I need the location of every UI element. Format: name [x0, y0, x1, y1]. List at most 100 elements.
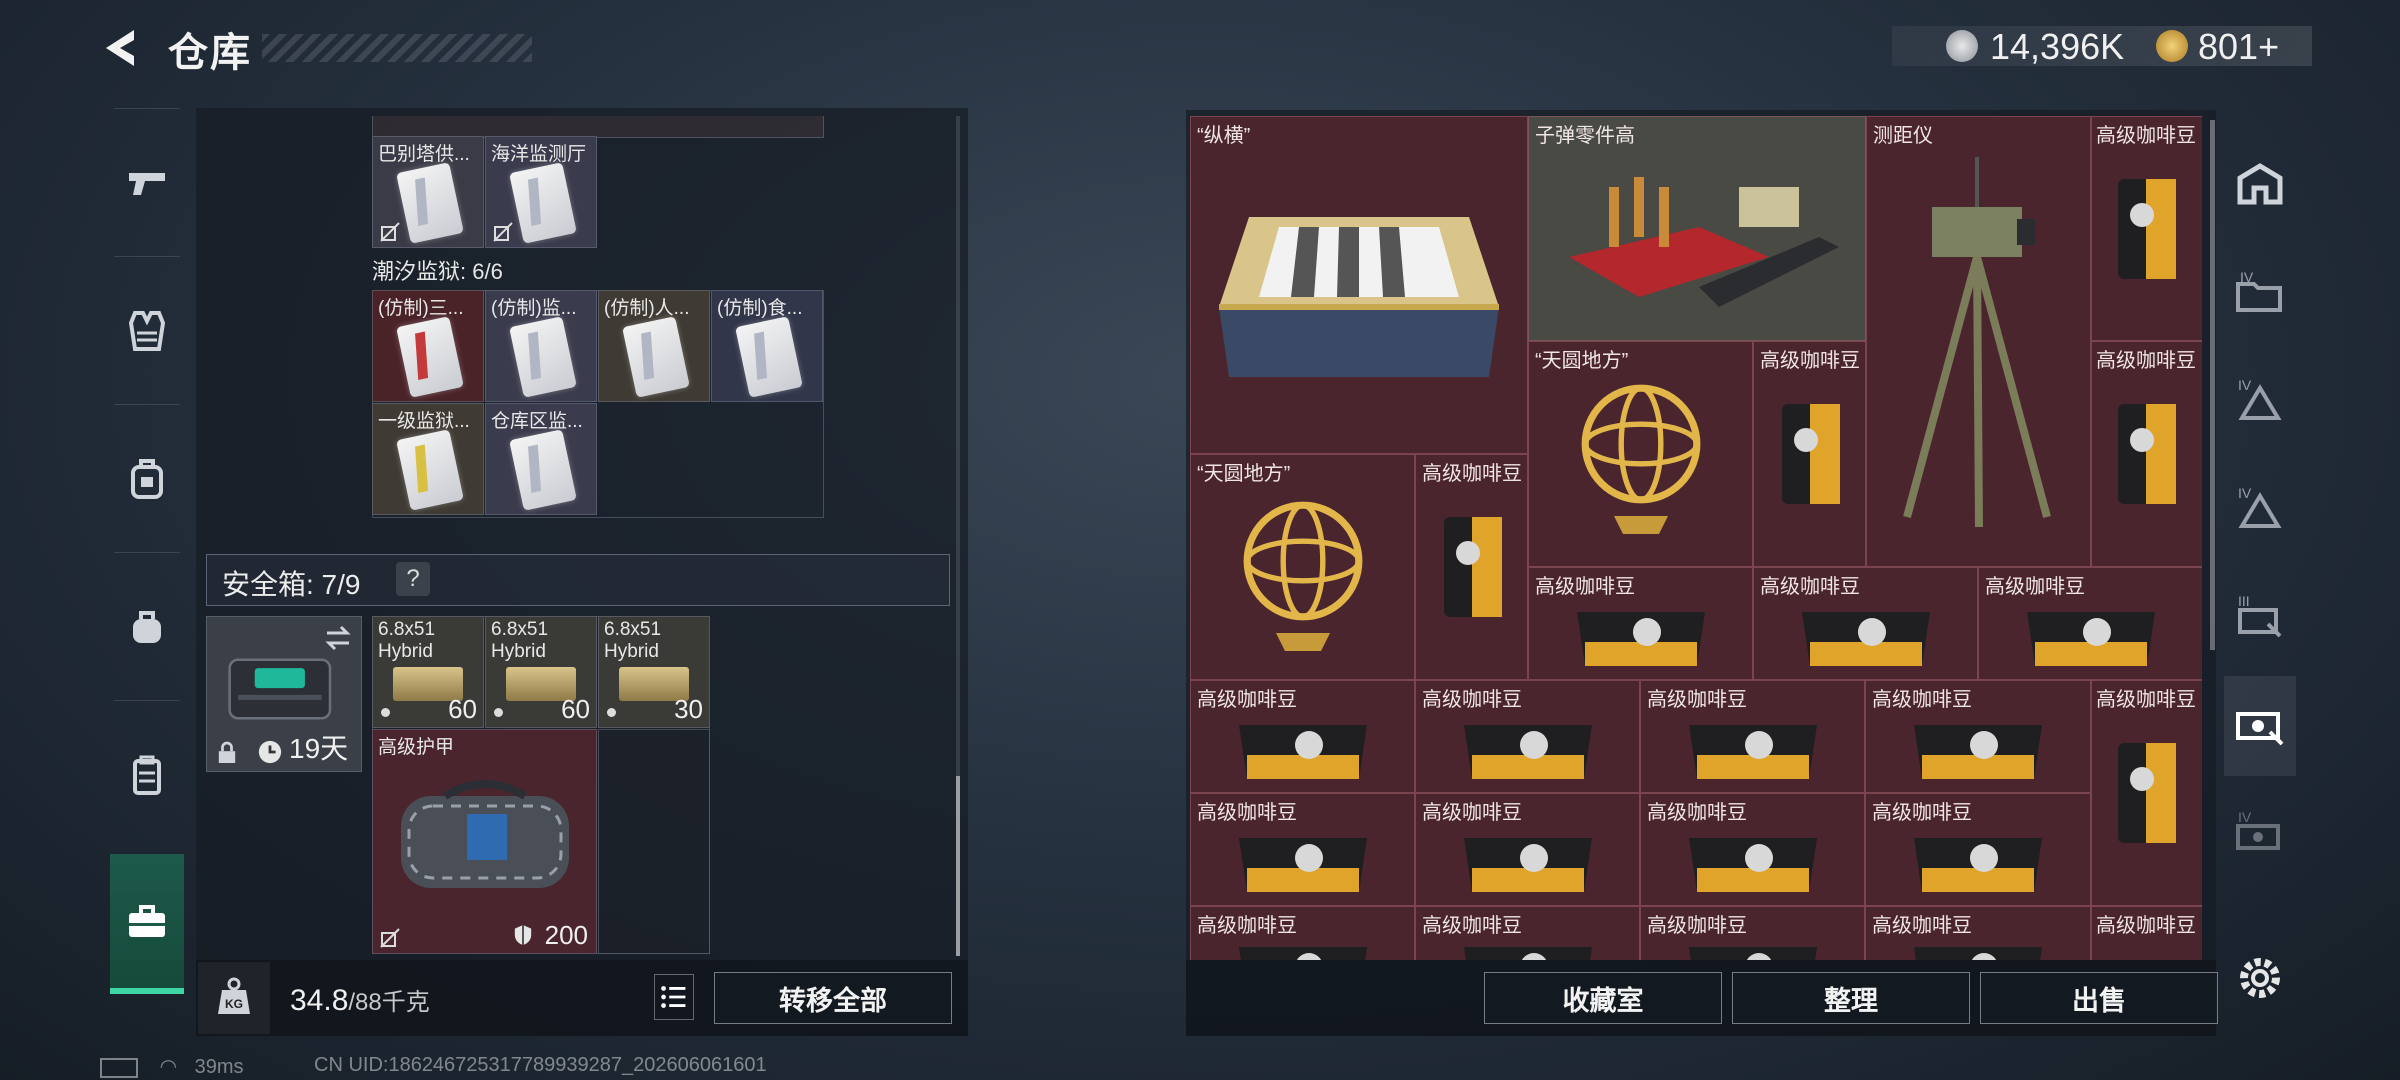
coffee-bag-icon [2118, 743, 2176, 843]
pistol-icon [129, 173, 165, 195]
sell-button[interactable]: 出售 [1980, 972, 2218, 1024]
nav-weapons[interactable] [100, 110, 194, 256]
nav-bag[interactable] [100, 554, 194, 700]
stash-tab-2[interactable]: IV [2224, 244, 2296, 344]
toolbox-icon [129, 905, 165, 937]
tools-icon: III [2238, 593, 2282, 638]
item-coffee[interactable]: 高级咖啡豆 [1415, 680, 1640, 793]
silver-amount: 14,396K [1990, 26, 2125, 67]
safebox-case[interactable]: 19天 [206, 616, 362, 772]
item-coffee[interactable]: 高级咖啡豆 [1415, 906, 1640, 960]
coffee-pack-icon [2027, 612, 2155, 666]
back-button[interactable] [100, 26, 144, 70]
swap-icon[interactable] [323, 623, 353, 653]
no-trade-icon [493, 222, 513, 242]
safebox-icon [228, 658, 332, 720]
gold-coin-icon [2156, 30, 2188, 62]
coffee-pack-icon [1689, 947, 1817, 960]
coffee-pack-icon [1577, 612, 1705, 666]
list-item[interactable]: 海洋监测厅 [485, 136, 597, 248]
list-item[interactable]: (仿制)食... [711, 290, 823, 402]
item-coffee[interactable]: 高级咖啡豆 [2091, 341, 2202, 567]
keycard-icon [509, 429, 577, 511]
gold-amount[interactable]: 801+ [2198, 26, 2279, 68]
item-armillary[interactable]: “天圆地方” [1528, 341, 1753, 567]
ammo-item[interactable]: 6.8x51 Hybrid 60 [485, 616, 597, 728]
weight-readout: 34.8/88千克 [290, 984, 430, 1017]
armor-item[interactable]: 高级护甲 200 [372, 729, 597, 954]
item-armillary[interactable]: “天圆地方” [1190, 454, 1415, 680]
item-coffee[interactable]: 高级咖啡豆 [1753, 341, 1866, 567]
nav-safebox-active[interactable] [110, 854, 184, 994]
coffee-bag-icon [1782, 404, 1840, 504]
coffee-pack-icon [1914, 947, 2042, 960]
item-coffee[interactable]: 高级咖啡豆 [1640, 680, 1865, 793]
folder-icon: IV [2236, 269, 2282, 312]
backpack-icon [131, 459, 163, 499]
keycard-icon [509, 162, 577, 244]
item-coffee[interactable]: 高级咖啡豆 [2091, 906, 2202, 960]
gear-icon [2240, 958, 2280, 998]
ammo-item[interactable]: 6.8x51 Hybrid 30 [598, 616, 710, 728]
item-coffee[interactable]: 高级咖啡豆 [1865, 906, 2091, 960]
item-coffee[interactable]: 高级咖啡豆 [1865, 680, 2091, 793]
right-scrollbar[interactable] [2210, 120, 2215, 650]
group-title: 潮汐监狱: 6/6 [372, 259, 503, 284]
stash-tab-3[interactable]: IV [2224, 352, 2296, 452]
triangle-warning-icon: IV [2238, 485, 2282, 528]
stash-tab-nav: IV IV IV III IV [2224, 136, 2296, 936]
stash-tab-6-active[interactable] [2224, 676, 2296, 776]
item-coffee[interactable]: 高级咖啡豆 [2091, 680, 2202, 906]
ammo-item[interactable]: 6.8x51 Hybrid 60 [372, 616, 484, 728]
svg-text:KG: KG [225, 997, 243, 1011]
nav-vest[interactable] [100, 258, 194, 404]
item-coffee[interactable]: 高级咖啡豆 [1753, 567, 1978, 680]
category-nav [100, 108, 194, 1008]
rangefinder-icon [1903, 157, 2051, 528]
list-item[interactable]: (仿制)人... [598, 290, 710, 402]
armillary-sphere-icon [1243, 501, 1363, 651]
item-coffee[interactable]: 高级咖啡豆 [1528, 567, 1753, 680]
stash-tab-4[interactable]: IV [2224, 460, 2296, 560]
item-coffee[interactable]: 高级咖啡豆 [1640, 793, 1865, 906]
camera-tool-icon: IV [2236, 809, 2280, 850]
item-coffee[interactable]: 高级咖啡豆 [1640, 906, 1865, 960]
collection-room-button[interactable]: 收藏室 [1484, 972, 1722, 1024]
settings-button[interactable] [2232, 950, 2288, 1006]
stash-tab-all[interactable] [2224, 136, 2296, 236]
stash-grid: “纵横” 子弹零件高 测距仪 高级咖啡豆 “天圆地方” 高级咖啡豆 高级咖啡豆 … [1190, 116, 2202, 960]
item-bullet-parts[interactable]: 子弹零件高 [1528, 116, 1866, 341]
list-item[interactable]: (仿制)监... [485, 290, 597, 402]
item-coffee[interactable]: 高级咖啡豆 [1865, 793, 2091, 906]
item-coffee[interactable]: 高级咖啡豆 [1415, 793, 1640, 906]
coffee-bag-icon [1444, 517, 1502, 617]
item-coffee[interactable]: 高级咖啡豆 [1415, 454, 1528, 680]
list-item[interactable]: 仓库区监... [485, 403, 597, 515]
status-bar: ◠ 39ms [100, 1054, 243, 1079]
item-chess-board[interactable]: “纵横” [1190, 116, 1528, 454]
nav-backpack[interactable] [100, 406, 194, 552]
item-coffee[interactable]: 高级咖啡豆 [1190, 793, 1415, 906]
list-item[interactable]: (仿制)三... [372, 290, 484, 402]
empty-slot[interactable] [598, 729, 710, 954]
help-button[interactable]: ? [396, 562, 430, 596]
item-coffee[interactable]: 高级咖啡豆 [1190, 680, 1415, 793]
nav-case[interactable] [100, 702, 194, 848]
list-view-button[interactable] [654, 974, 694, 1020]
item-coffee[interactable]: 高级咖啡豆 [2091, 116, 2202, 341]
no-trade-icon [380, 928, 400, 948]
list-item[interactable]: 巴别塔供... [372, 136, 484, 248]
item-coffee[interactable]: 高级咖啡豆 [1978, 567, 2202, 680]
item-rangefinder[interactable]: 测距仪 [1866, 116, 2091, 567]
list-item[interactable]: 一级监狱... [372, 403, 484, 515]
svg-text:IV: IV [2238, 485, 2252, 501]
stash-tab-7[interactable]: IV [2224, 784, 2296, 884]
left-scrollbar-thumb[interactable] [956, 776, 960, 956]
stash-tab-5[interactable]: III [2224, 568, 2296, 668]
item-coffee[interactable]: 高级咖啡豆 [1190, 906, 1415, 960]
coffee-pack-icon [1689, 838, 1817, 892]
organize-button[interactable]: 整理 [1732, 972, 1970, 1024]
transfer-all-button[interactable]: 转移全部 [714, 972, 952, 1024]
armor-bag-icon [401, 780, 569, 888]
keycard-icon [509, 316, 577, 398]
